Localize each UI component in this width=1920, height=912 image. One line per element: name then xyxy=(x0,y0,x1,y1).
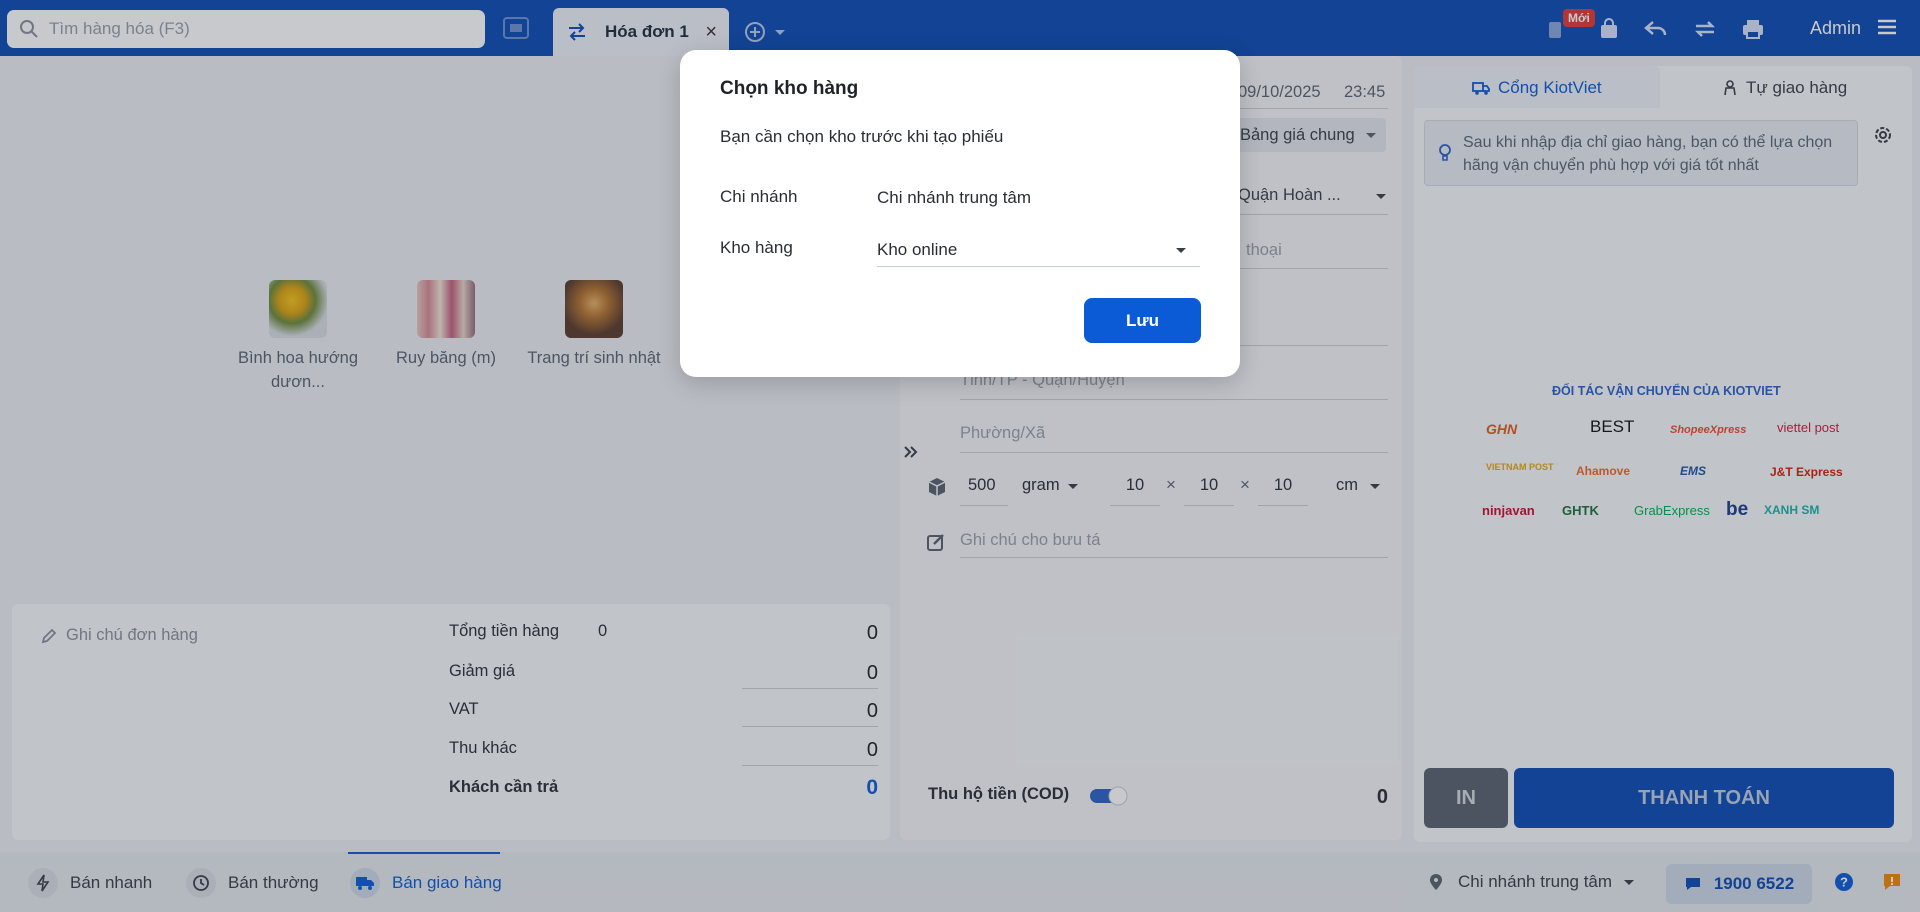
dialog-description: Bạn cần chọn kho trước khi tạo phiếu xyxy=(720,127,1004,146)
warehouse-label: Kho hàng xyxy=(720,238,793,257)
caret-down-icon xyxy=(1176,247,1186,253)
branch-label: Chi nhánh xyxy=(720,187,798,206)
warehouse-value: Kho online xyxy=(877,239,958,259)
dialog-title: Chọn kho hàng xyxy=(720,78,859,99)
warehouse-select[interactable]: Kho online xyxy=(877,233,1200,267)
select-warehouse-dialog: Chọn kho hàng Bạn cần chọn kho trước khi… xyxy=(680,50,1240,377)
branch-value: Chi nhánh trung tâm xyxy=(877,188,1032,207)
save-button[interactable]: Lưu xyxy=(1084,298,1201,343)
